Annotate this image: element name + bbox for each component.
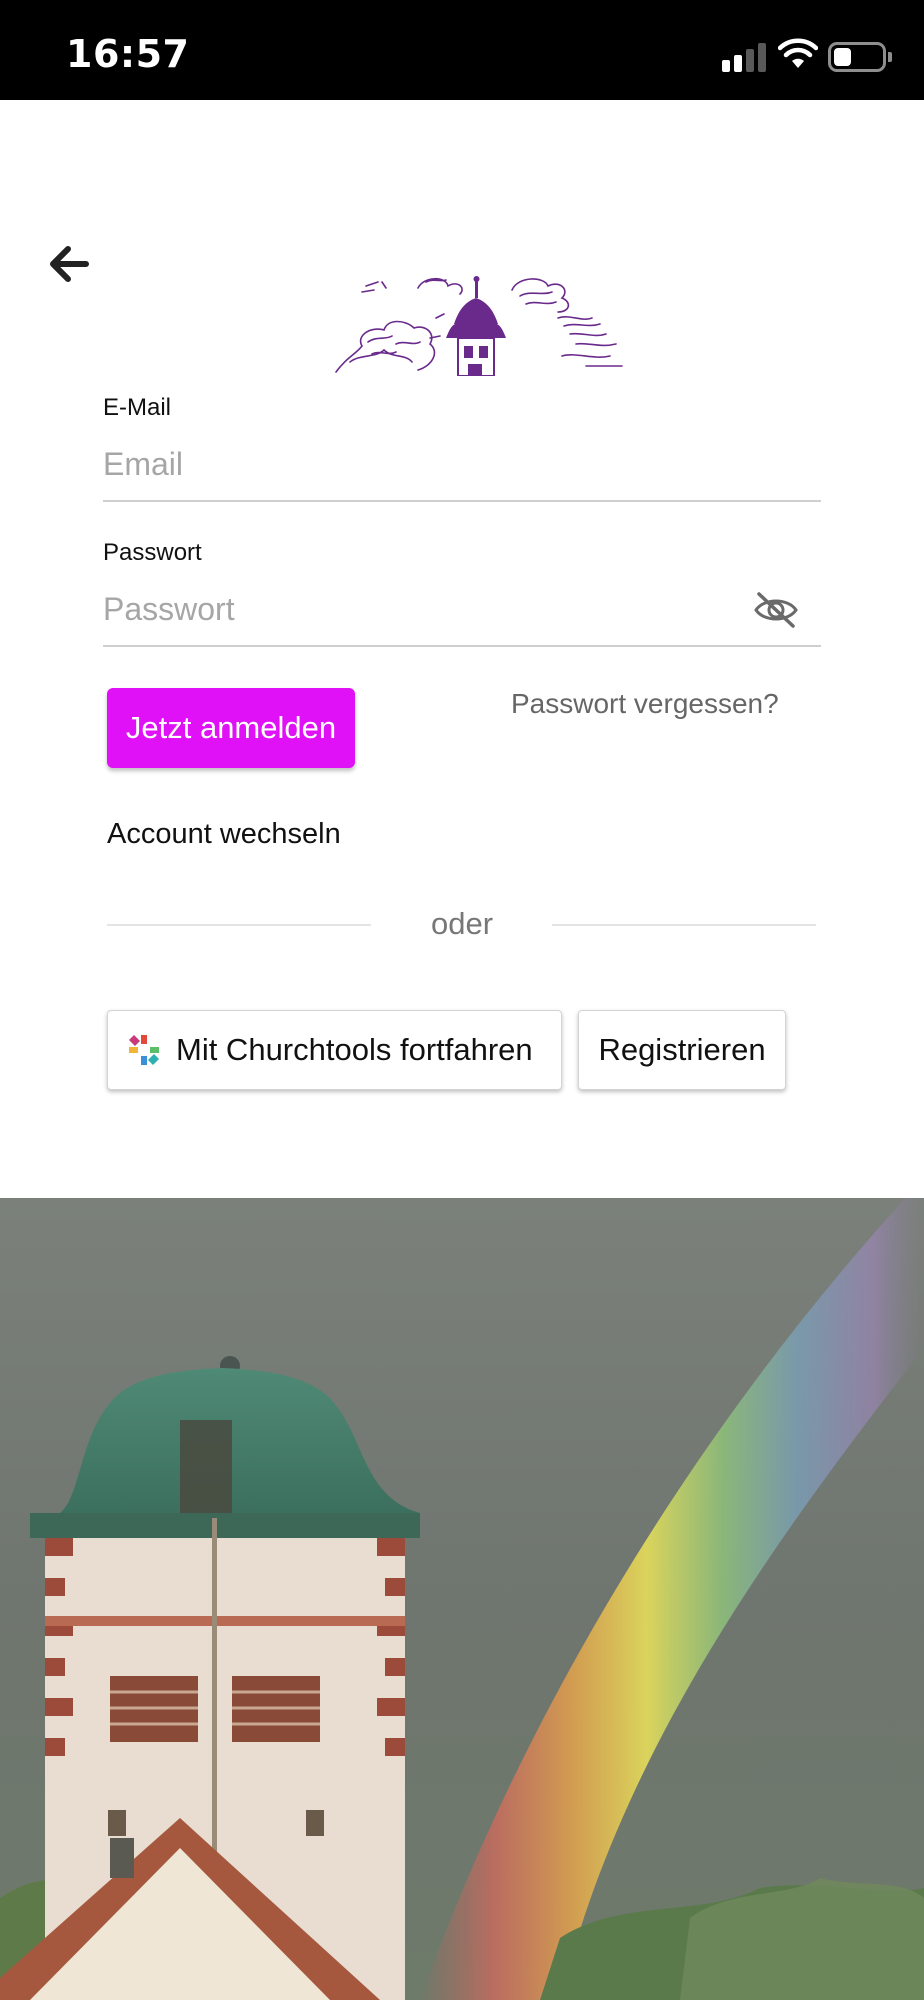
- divider-line-right: [552, 924, 816, 926]
- switch-account-link[interactable]: Account wechseln: [107, 818, 341, 851]
- eye-off-icon[interactable]: [752, 588, 800, 632]
- forgot-password-link[interactable]: Passwort vergessen?: [511, 688, 779, 720]
- email-label: E-Mail: [103, 394, 172, 421]
- arrow-left-icon[interactable]: [40, 236, 96, 292]
- status-bar: 16:57: [0, 0, 924, 100]
- email-underline: [103, 500, 821, 502]
- battery-icon: [828, 42, 886, 72]
- battery-tip: [888, 52, 892, 62]
- churchtools-logo-icon: [129, 1035, 159, 1065]
- cellular-signal-icon: [722, 40, 766, 72]
- church-rainbow-photo: [0, 1198, 924, 2000]
- divider-label: oder: [430, 906, 494, 941]
- churchtools-button[interactable]: Mit Churchtools fortfahren: [107, 1010, 562, 1090]
- wifi-icon: [778, 38, 818, 68]
- password-label: Passwort: [103, 539, 202, 566]
- register-button[interactable]: Registrieren: [578, 1010, 786, 1090]
- church-tower-logo: [335, 276, 623, 376]
- divider-line-left: [107, 924, 371, 926]
- email-field[interactable]: [103, 436, 821, 492]
- churchtools-button-label: Mit Churchtools fortfahren: [176, 1032, 533, 1067]
- status-time: 16:57: [66, 32, 190, 76]
- login-button[interactable]: Jetzt anmelden: [107, 688, 355, 768]
- password-field[interactable]: [103, 581, 743, 637]
- battery-level: [834, 48, 851, 66]
- password-underline: [103, 645, 821, 647]
